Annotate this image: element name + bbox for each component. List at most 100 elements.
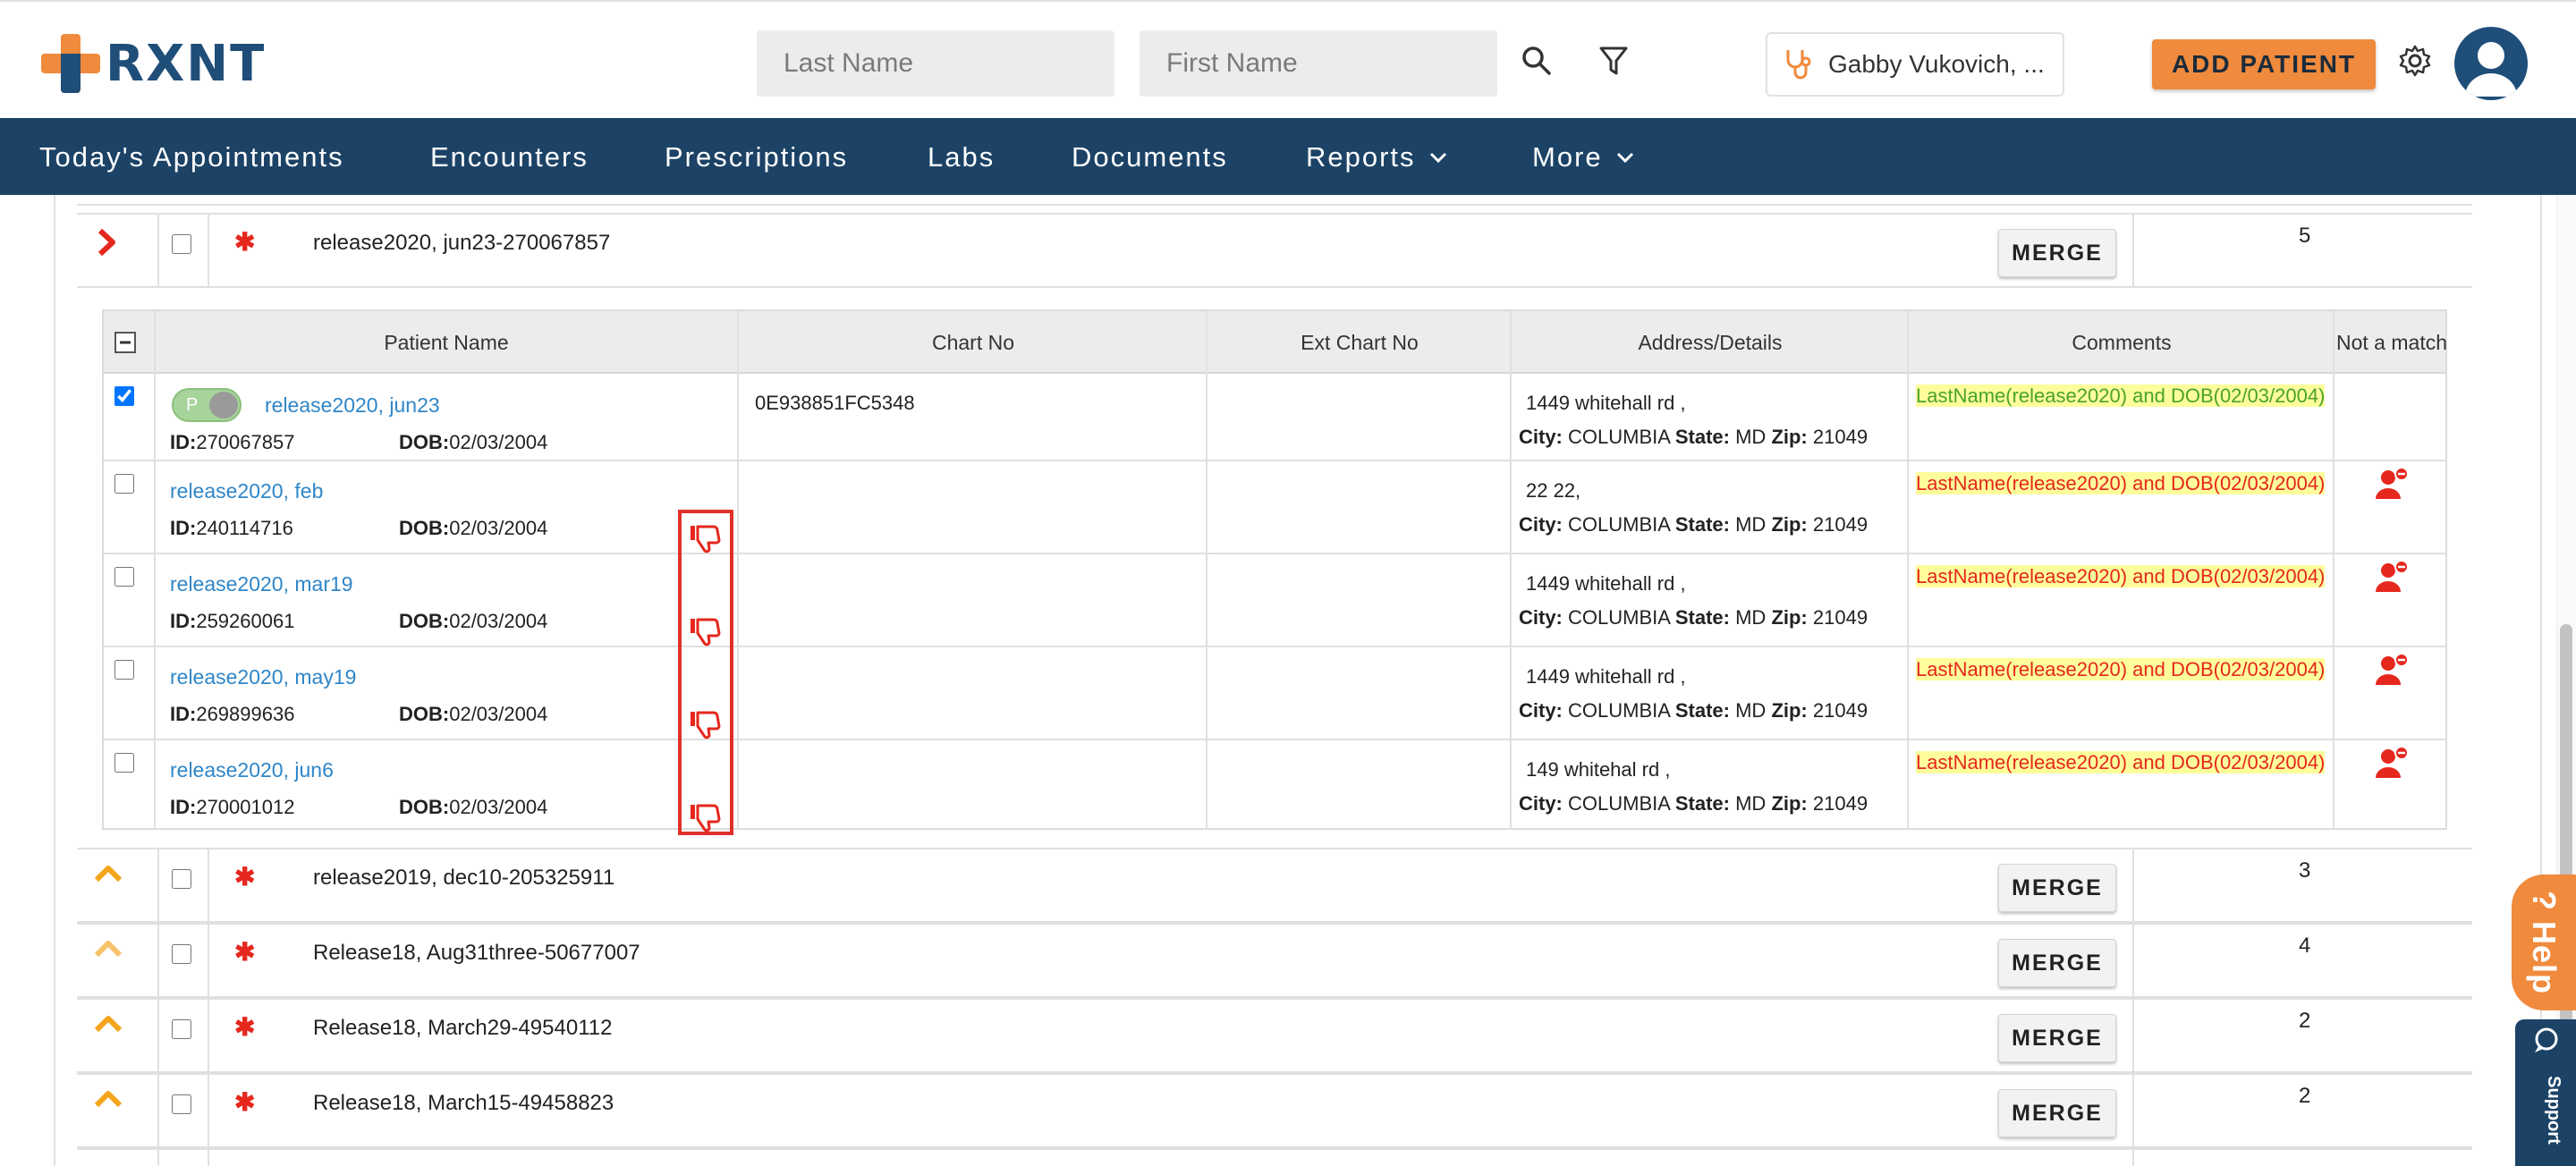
- duplicate-group-row: ✱ Release18, March15-49458823 MERGE 2: [77, 1073, 2472, 1148]
- required-asterisk-icon: ✱: [234, 1088, 256, 1116]
- patient-name-link[interactable]: release2020, jun23: [265, 393, 440, 418]
- required-asterisk-icon: ✱: [234, 228, 256, 256]
- address-details: City: COLUMBIA State: MD Zip: 21049: [1519, 426, 1868, 448]
- patient-id: ID:240114716: [170, 517, 293, 539]
- merge-button[interactable]: MERGE: [1998, 864, 2116, 912]
- group-checkbox[interactable]: [172, 1094, 191, 1114]
- user-avatar-icon: [2465, 42, 2517, 97]
- header-chart-no[interactable]: Chart No: [739, 311, 1208, 374]
- group-name: Release18, Aug31three-50677007: [313, 941, 640, 965]
- search-button[interactable]: [1515, 39, 1558, 82]
- address-street: 1449 whitehall rd ,: [1526, 392, 1686, 414]
- chevron-up-icon[interactable]: [93, 1012, 123, 1035]
- match-comment: LastName(release2020) and DOB(02/03/2004…: [1916, 565, 2326, 587]
- address-street: 1449 whitehall rd ,: [1526, 665, 1686, 688]
- duplicate-group-row: ✱ Release18, March29-49540112 MERGE 2: [77, 998, 2472, 1073]
- group-name: release2020, jun23-270067857: [313, 231, 611, 255]
- chevron-up-icon[interactable]: [93, 862, 123, 885]
- row-checkbox[interactable]: [114, 567, 134, 587]
- merge-button[interactable]: MERGE: [1998, 939, 2116, 987]
- logo-text: RXNT: [106, 34, 267, 93]
- settings-button[interactable]: [2394, 39, 2436, 82]
- match-comment: LastName(release2020) and DOB(02/03/2004…: [1916, 658, 2326, 680]
- header-patient-name[interactable]: Patient Name: [154, 311, 739, 374]
- row-checkbox[interactable]: [114, 474, 134, 494]
- last-name-input[interactable]: [757, 30, 1114, 97]
- header-address-details[interactable]: Address/Details: [1512, 311, 1909, 374]
- nav-todays-appointments[interactable]: Today's Appointments: [39, 141, 344, 173]
- group-name: Release18, March15-49458823: [313, 1091, 614, 1115]
- nav-documents[interactable]: Documents: [1072, 141, 1228, 173]
- user-avatar[interactable]: [2454, 27, 2528, 100]
- group-count: 4: [2299, 934, 2311, 958]
- add-patient-button[interactable]: ADD PATIENT: [2152, 39, 2376, 89]
- merge-button[interactable]: MERGE: [1998, 1014, 2116, 1062]
- group-count: 5: [2299, 224, 2311, 248]
- merge-duplicates-content: ✱ release2020, jun23-270067857 MERGE 5 P…: [0, 195, 2576, 1166]
- nav-labs[interactable]: Labs: [928, 141, 995, 173]
- not-a-match-icon[interactable]: [2374, 653, 2410, 687]
- table-row: release2020, mar19 ID:259260061 DOB:02/0…: [104, 554, 2445, 647]
- not-a-match-icon[interactable]: [2374, 560, 2410, 594]
- address-street: 149 whitehal rd ,: [1526, 758, 1671, 781]
- patient-name-link[interactable]: release2020, mar19: [170, 572, 353, 596]
- nav-encounters[interactable]: Encounters: [430, 141, 589, 173]
- search-icon: [1522, 46, 1551, 75]
- nav-reports[interactable]: Reports: [1306, 141, 1448, 173]
- duplicate-group-row: [77, 1148, 2472, 1166]
- address-street: 1449 whitehall rd ,: [1526, 572, 1686, 595]
- patient-dob: DOB:02/03/2004: [399, 703, 548, 725]
- rxnt-logo[interactable]: RXNT: [41, 34, 266, 93]
- nav-prescriptions[interactable]: Prescriptions: [665, 141, 848, 173]
- provider-selector[interactable]: Gabby Vukovich, ...: [1766, 32, 2064, 97]
- row-checkbox[interactable]: [114, 386, 134, 406]
- help-widget[interactable]: ? Help: [2512, 874, 2576, 1010]
- header-ext-chart-no[interactable]: Ext Chart No: [1208, 311, 1512, 374]
- match-comment: LastName(release2020) and DOB(02/03/2004…: [1916, 384, 2326, 407]
- patient-id: ID:269899636: [170, 703, 295, 725]
- duplicate-patients-table: Patient Name Chart No Ext Chart No Addre…: [102, 309, 2447, 835]
- not-a-match-icon[interactable]: [2374, 746, 2410, 780]
- app-header: RXNT Gabby Vukovich, ... ADD PATIENT: [0, 0, 2576, 118]
- nav-label: More: [1532, 141, 1603, 173]
- filter-icon: [1599, 46, 1628, 75]
- row-checkbox[interactable]: [114, 660, 134, 680]
- chevron-down-icon: [1428, 151, 1448, 164]
- group-count: 3: [2299, 858, 2311, 883]
- thumbs-down-icon[interactable]: [689, 708, 723, 740]
- table-row: release2020, may19 ID:269899636 DOB:02/0…: [104, 647, 2445, 740]
- highlight-box: [678, 510, 733, 835]
- chevron-up-icon[interactable]: [93, 937, 123, 960]
- chevron-right-icon[interactable]: [93, 227, 120, 258]
- merge-button[interactable]: MERGE: [1998, 229, 2116, 277]
- thumbs-down-icon[interactable]: [689, 615, 723, 647]
- select-all-checkbox[interactable]: [114, 332, 136, 353]
- patient-name-link[interactable]: release2020, jun6: [170, 758, 334, 782]
- patient-id: ID:259260061: [170, 610, 295, 632]
- group-count: 2: [2299, 1009, 2311, 1033]
- patient-name-link[interactable]: release2020, feb: [170, 479, 323, 503]
- group-checkbox[interactable]: [172, 869, 191, 889]
- thumbs-down-icon[interactable]: [689, 801, 723, 833]
- not-a-match-icon[interactable]: [2374, 467, 2410, 501]
- group-checkbox[interactable]: [172, 1019, 191, 1039]
- filter-button[interactable]: [1592, 39, 1635, 82]
- chevron-up-icon[interactable]: [93, 1087, 123, 1111]
- address-details: City: COLUMBIA State: MD Zip: 21049: [1519, 792, 1868, 815]
- primary-toggle[interactable]: P: [172, 388, 242, 422]
- header-comments[interactable]: Comments: [1909, 311, 2334, 374]
- patient-name-link[interactable]: release2020, may19: [170, 665, 356, 689]
- group-checkbox[interactable]: [172, 234, 191, 254]
- table-row: release2020, feb ID:240114716 DOB:02/03/…: [104, 461, 2445, 554]
- merge-button[interactable]: MERGE: [1998, 1089, 2116, 1137]
- thumbs-down-icon[interactable]: [689, 522, 723, 554]
- nav-label: Documents: [1072, 141, 1228, 173]
- provider-name: Gabby Vukovich, ...: [1828, 50, 2045, 78]
- nav-label: Today's Appointments: [39, 141, 344, 173]
- first-name-input[interactable]: [1140, 30, 1497, 97]
- row-checkbox[interactable]: [114, 753, 134, 773]
- nav-more[interactable]: More: [1532, 141, 1635, 173]
- table-header: Patient Name Chart No Ext Chart No Addre…: [104, 311, 2447, 374]
- support-widget[interactable]: Support: [2515, 1019, 2576, 1166]
- group-checkbox[interactable]: [172, 944, 191, 964]
